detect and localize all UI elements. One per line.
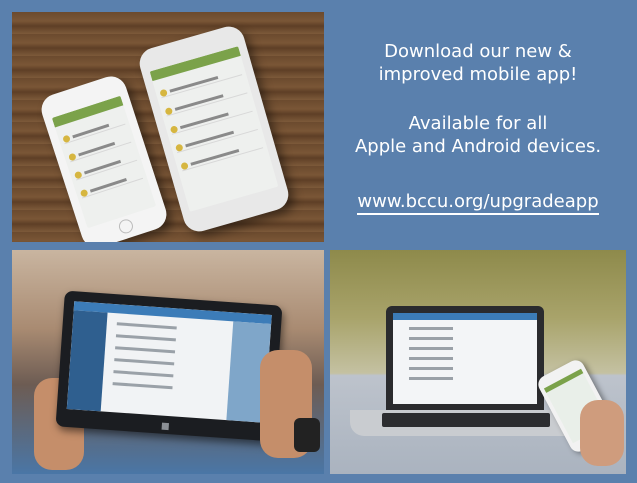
subline-line-1: Available for all <box>408 113 548 134</box>
promo-headline: Download our new & improved mobile app! <box>330 40 626 86</box>
promo-text-panel: Download our new & improved mobile app! … <box>330 12 626 242</box>
phones-photo <box>12 12 324 242</box>
home-button-icon <box>117 217 135 236</box>
upgrade-link[interactable]: www.bccu.org/upgradeapp <box>330 190 626 215</box>
laptop-mockup <box>386 306 544 410</box>
tablet-photo <box>12 250 324 474</box>
account-icon <box>159 88 168 98</box>
promo-subline: Available for all Apple and Android devi… <box>330 112 626 158</box>
account-icon <box>169 125 179 134</box>
account-icon <box>73 170 83 180</box>
subline-line-2: Apple and Android devices. <box>354 136 602 157</box>
app-header-bar <box>543 368 584 393</box>
windows-logo-icon <box>161 422 170 431</box>
phone-hand <box>580 400 624 466</box>
tablet-screen <box>66 301 272 423</box>
account-icon <box>68 152 77 162</box>
keyboard-keys <box>382 413 550 427</box>
account-icon <box>79 188 89 198</box>
headline-line-2: improved mobile app! <box>378 64 578 85</box>
wristwatch <box>294 418 320 452</box>
headline-line-1: Download our new & <box>384 41 572 62</box>
laptop-keyboard <box>350 410 582 436</box>
laptop-photo <box>330 250 626 474</box>
app-header-bar <box>393 313 537 320</box>
account-icon <box>164 106 174 116</box>
promo-flyer: Download our new & improved mobile app! … <box>0 0 637 483</box>
phone-screen <box>51 95 157 229</box>
app-sidebar <box>66 310 108 412</box>
upgrade-link-text[interactable]: www.bccu.org/upgradeapp <box>357 191 599 215</box>
phone-screen <box>149 46 279 212</box>
tablet-mockup <box>55 290 283 442</box>
account-icon <box>180 161 189 171</box>
account-icon <box>62 134 71 144</box>
account-icon <box>175 143 184 153</box>
laptop-screen <box>393 313 537 404</box>
